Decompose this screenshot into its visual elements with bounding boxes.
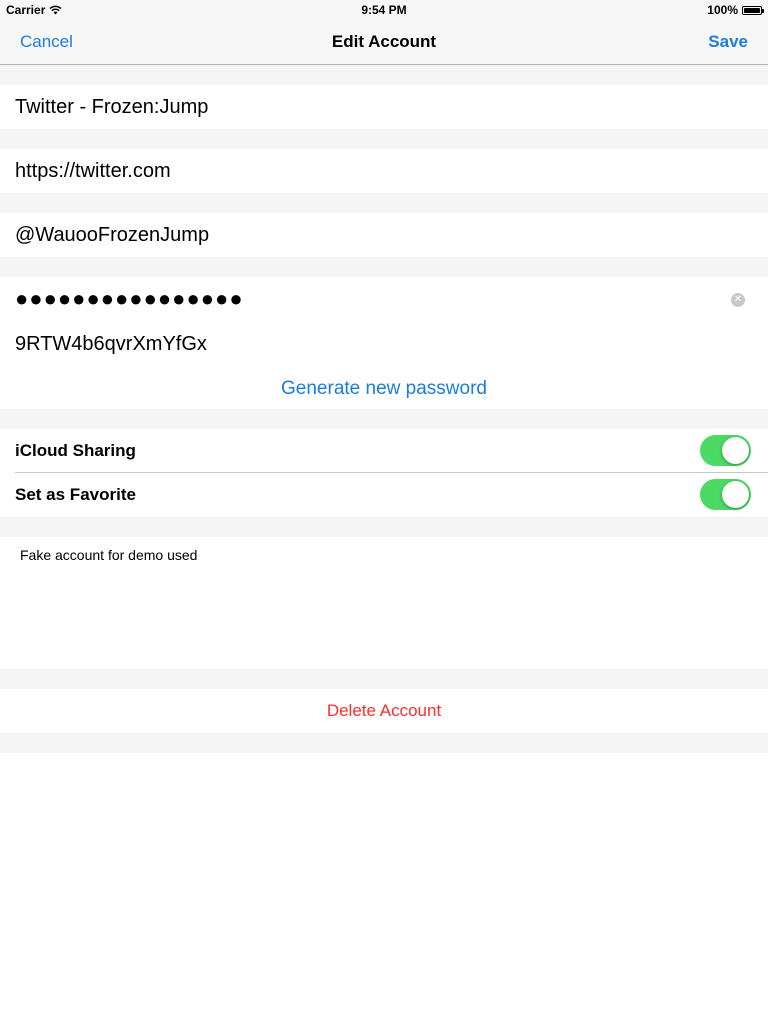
save-button[interactable]: Save — [708, 32, 748, 52]
delete-account-button[interactable]: Delete Account — [327, 701, 441, 720]
username-field[interactable] — [15, 213, 715, 258]
edit-account-screen: Carrier 9:54 PM 100% Cancel Edit Account… — [0, 0, 768, 1024]
icloud-sharing-label: iCloud Sharing — [15, 441, 136, 460]
cancel-button[interactable]: Cancel — [20, 32, 73, 52]
battery-icon — [742, 5, 764, 15]
toggle-knob — [722, 437, 749, 464]
account-name-cell — [0, 85, 768, 130]
generate-password-button[interactable]: Generate new password — [0, 378, 768, 400]
section-gap — [0, 517, 768, 537]
password-section: ●●●●●●●●●●●●●●●● ✕ 9RTW4b6qvrXmYfGx Gene… — [0, 277, 768, 409]
toggle-knob — [722, 481, 749, 508]
section-gap — [0, 193, 768, 213]
delete-account-cell[interactable]: Delete Account — [0, 689, 768, 733]
battery-percent: 100% — [707, 3, 738, 17]
section-gap — [0, 409, 768, 429]
battery-group: 100% — [707, 3, 764, 17]
section-gap — [0, 733, 768, 753]
section-gap — [0, 669, 768, 689]
status-time: 9:54 PM — [361, 3, 407, 17]
section-gap — [0, 129, 768, 149]
account-name-field[interactable] — [15, 85, 715, 130]
username-cell — [0, 213, 768, 258]
clear-icon[interactable]: ✕ — [731, 293, 745, 307]
empty-area — [0, 753, 768, 1016]
favorite-label: Set as Favorite — [15, 485, 136, 504]
section-gap — [0, 65, 768, 85]
url-field[interactable] — [15, 149, 715, 194]
status-bar: Carrier 9:54 PM 100% — [0, 0, 768, 20]
icloud-sharing-row: iCloud Sharing — [0, 429, 768, 473]
notes-cell[interactable]: Fake account for demo used — [0, 537, 768, 669]
favorite-row: Set as Favorite — [0, 473, 768, 517]
icloud-sharing-toggle[interactable] — [700, 435, 751, 466]
navigation-bar: Cancel Edit Account Save — [0, 20, 768, 65]
password-field[interactable]: ●●●●●●●●●●●●●●●● — [15, 287, 244, 311]
url-cell — [0, 149, 768, 194]
notes-text[interactable]: Fake account for demo used — [20, 547, 197, 563]
battery-fill — [744, 7, 760, 13]
section-gap — [0, 257, 768, 277]
password-plain-text: 9RTW4b6qvrXmYfGx — [15, 333, 207, 355]
page-title: Edit Account — [331, 32, 437, 51]
form-content: ●●●●●●●●●●●●●●●● ✕ 9RTW4b6qvrXmYfGx Gene… — [0, 65, 768, 1016]
favorite-toggle[interactable] — [700, 479, 751, 510]
